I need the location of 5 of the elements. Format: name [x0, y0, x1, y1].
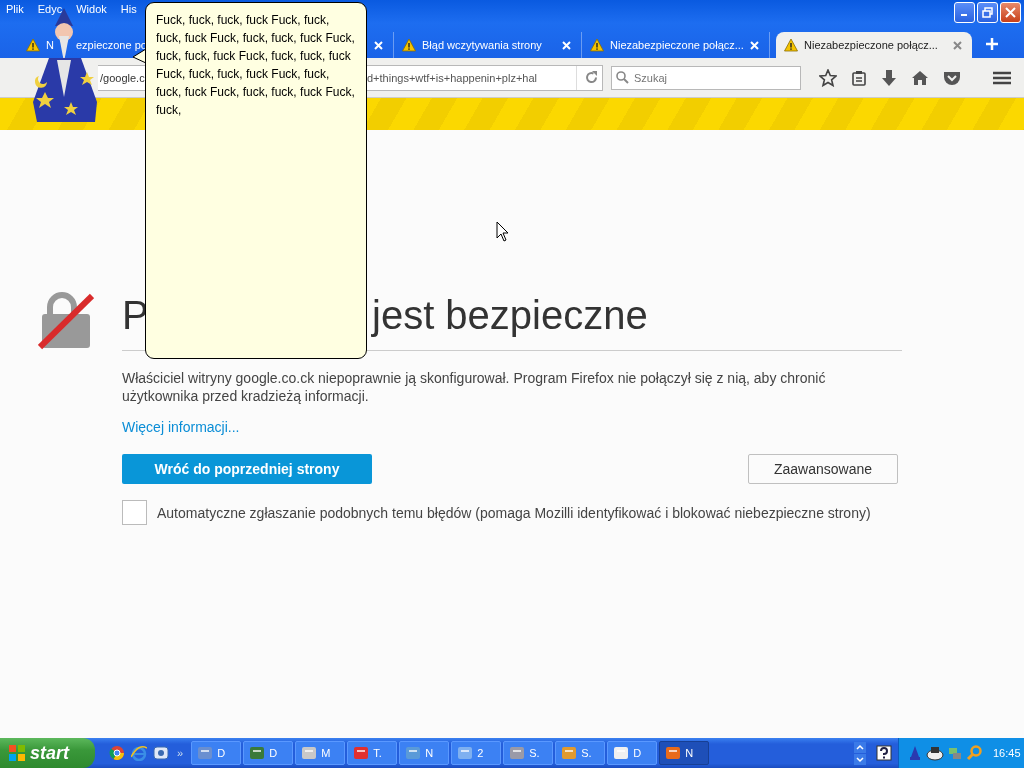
error-description: Właściciel witryny google.co.ck niepoprawnie ją skonfigurował. Program Firefox nie połączył się z nią, aby chronić użytkownika przed kradzieżą informacji. — [122, 369, 827, 405]
page-heading: jest bezpieczne — [372, 292, 648, 338]
clock: 16:45 — [993, 747, 1021, 759]
page-heading: P — [122, 292, 150, 338]
report-label: Automatyczne zgłaszanie podobnych temu błędów (pomaga Mozilli identyfikować i blokować niebezpieczne strony) — [157, 504, 871, 521]
